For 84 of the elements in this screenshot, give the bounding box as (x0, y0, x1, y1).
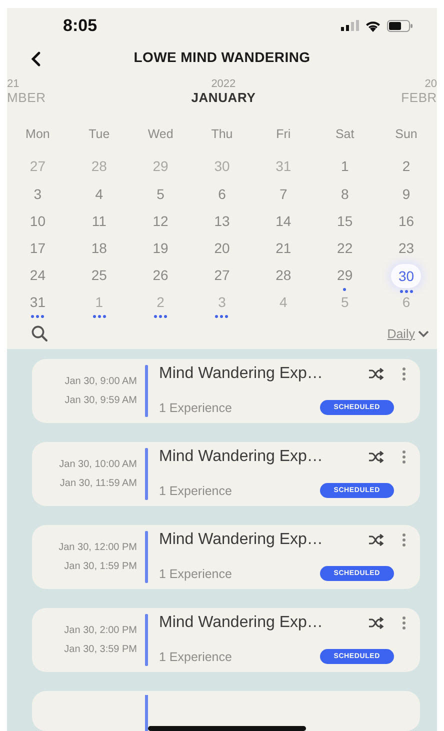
start-time: Jan 30, 12:00 PM (58, 542, 137, 553)
experience-count: 1 Experience (159, 650, 233, 664)
calendar-day[interactable]: 4 (88, 182, 110, 205)
calendar-day[interactable]: 3 (210, 291, 233, 314)
start-time: Jan 30, 9:00 AM (64, 376, 137, 387)
session-title: Mind Wandering Exp… (159, 448, 324, 466)
calendar-day[interactable]: 8 (334, 182, 356, 205)
wifi-icon (365, 20, 381, 32)
signal-icon (341, 20, 359, 32)
calendar-day[interactable]: 29 (334, 264, 356, 286)
start-time: Jan 30, 2:00 PM (64, 625, 137, 636)
weekday-label: Tue (88, 126, 110, 144)
calendar-day[interactable]: 9 (395, 182, 418, 205)
calendar-day[interactable]: 31 (26, 291, 49, 314)
calendar-day[interactable]: 3 (26, 182, 49, 205)
more-options-button[interactable] (402, 367, 406, 381)
calendar-day[interactable]: 28 (272, 264, 294, 286)
end-time: Jan 30, 1:59 PM (64, 561, 137, 572)
calendar-day[interactable]: 23 (395, 237, 418, 260)
weekday-label: Sat (335, 126, 354, 144)
calendar-day[interactable]: 28 (88, 155, 110, 178)
calendar-day[interactable]: 22 (334, 237, 356, 260)
calendar-day[interactable]: 10 (26, 210, 49, 232)
shuffle-button[interactable] (368, 368, 384, 380)
calendar-day[interactable]: 14 (272, 210, 294, 232)
session-title: Mind Wandering Exp… (159, 614, 324, 632)
experience-count: 1 Experience (159, 566, 233, 580)
calendar-day[interactable]: 6 (395, 291, 418, 314)
weekday-label: Mon (26, 126, 50, 144)
calendar-day[interactable]: 11 (88, 210, 110, 232)
session-title: Mind Wandering Exp… (159, 531, 324, 549)
calendar-day[interactable]: 6 (210, 182, 233, 205)
status-time: 8:05 (63, 16, 98, 36)
shuffle-button[interactable] (368, 451, 384, 463)
calendar-day[interactable]: 21 (272, 237, 294, 260)
shuffle-button[interactable] (368, 617, 384, 629)
month-tab[interactable]: 21 MBER (7, 78, 46, 105)
weekday-label: Fri (276, 126, 291, 144)
calendar-day[interactable]: 19 (150, 237, 172, 260)
battery-icon (387, 20, 413, 32)
more-options-button[interactable] (402, 533, 406, 547)
start-time: Jan 30, 10:00 AM (59, 459, 137, 470)
calendar-day[interactable]: 5 (150, 182, 172, 205)
calendar-day[interactable]: 7 (272, 182, 294, 205)
calendar-day[interactable]: 16 (395, 210, 418, 232)
shuffle-button[interactable] (368, 534, 384, 546)
chevron-down-icon (418, 330, 429, 338)
calendar-day[interactable]: 13 (210, 210, 233, 232)
calendar-day[interactable]: 25 (88, 264, 110, 286)
calendar-day[interactable]: 30 (391, 264, 422, 288)
calendar-day[interactable]: 5 (334, 291, 356, 314)
end-time: Jan 30, 9:59 AM (64, 395, 137, 406)
calendar-day[interactable]: 20 (210, 237, 233, 260)
end-time: Jan 30, 3:59 PM (64, 644, 137, 655)
experience-count: 1 Experience (159, 484, 233, 498)
calendar-day[interactable]: 2 (395, 155, 418, 178)
calendar-day[interactable]: 29 (150, 155, 172, 178)
calendar-day[interactable]: 17 (26, 237, 49, 260)
calendar-day[interactable]: 27 (26, 155, 49, 178)
page-title: LOWE MIND WANDERING (134, 49, 310, 66)
calendar-day[interactable]: 2 (150, 291, 172, 314)
calendar-day[interactable]: 1 (88, 291, 110, 314)
calendar-day[interactable]: 30 (210, 155, 233, 178)
calendar-day[interactable]: 31 (272, 155, 294, 178)
calendar-day[interactable]: 27 (210, 264, 233, 286)
month-tab[interactable]: 2022 JANUARY (191, 78, 256, 105)
view-dropdown[interactable]: Daily (387, 326, 429, 341)
search-button[interactable] (31, 325, 48, 342)
calendar-day[interactable]: 24 (26, 264, 49, 286)
more-options-button[interactable] (402, 450, 406, 464)
calendar-day[interactable]: 4 (272, 291, 294, 314)
calendar-day[interactable]: 26 (150, 264, 172, 286)
weekday-label: Thu (211, 126, 233, 144)
weekday-label: Sun (395, 126, 418, 144)
calendar-day[interactable]: 15 (334, 210, 356, 232)
more-options-button[interactable] (402, 616, 406, 630)
calendar-day[interactable]: 1 (334, 155, 356, 178)
calendar-day[interactable]: 12 (150, 210, 172, 232)
month-tab[interactable]: 20 FEBR (401, 78, 437, 105)
session-title: Mind Wandering Exp… (159, 365, 324, 383)
calendar-day[interactable]: 18 (88, 237, 110, 260)
weekday-label: Wed (148, 126, 174, 144)
end-time: Jan 30, 11:59 AM (60, 478, 137, 489)
experience-count: 1 Experience (159, 400, 233, 414)
